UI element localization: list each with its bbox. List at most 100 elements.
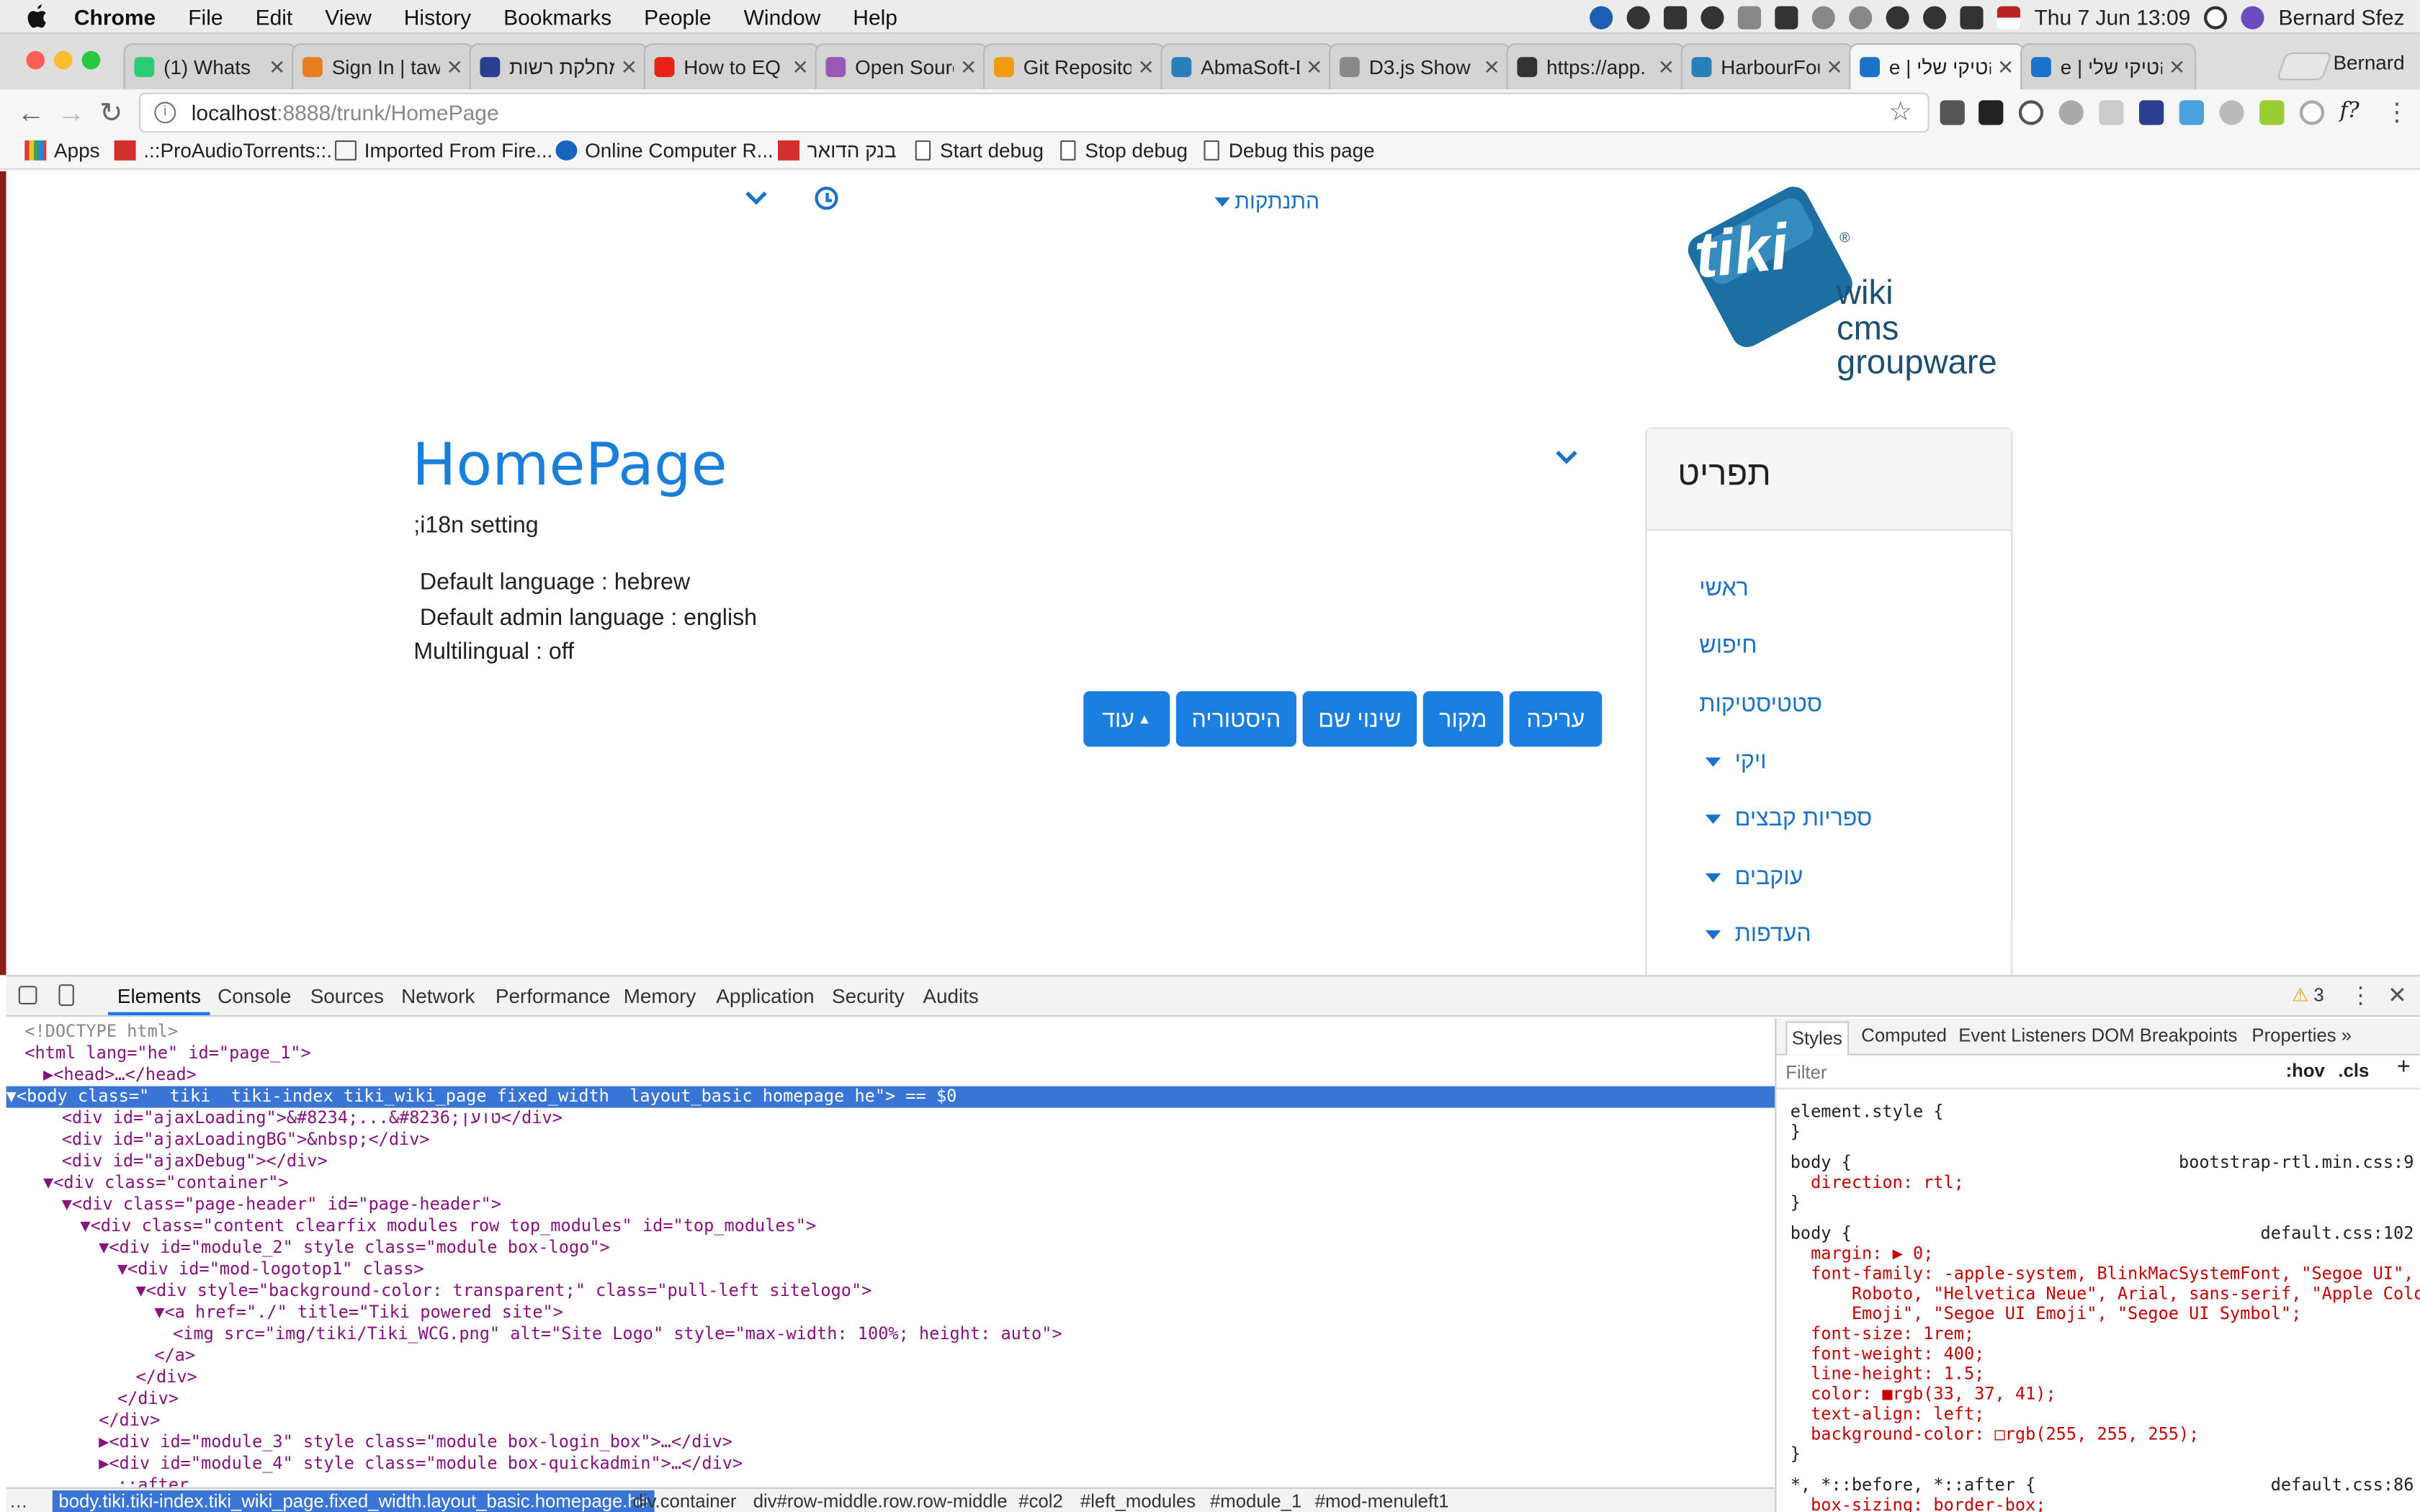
dom-node-line[interactable]: </div>	[117, 1389, 179, 1410]
devtools-tab-application[interactable]: Application	[716, 984, 814, 1007]
dom-node-line[interactable]: ▼<body class=" tiki tiki-index tiki_wiki…	[6, 1086, 1775, 1108]
style-rule-line[interactable]: Roboto, "Helvetica Neue", Arial, sans-se…	[1791, 1284, 2420, 1304]
dom-node-line[interactable]: ▼<div id="mod-logotop1" class>	[117, 1259, 424, 1281]
inspect-element-icon[interactable]	[18, 986, 37, 1004]
chevron-down-icon[interactable]	[744, 186, 768, 215]
menu-people[interactable]: People	[644, 4, 711, 28]
style-rule-line[interactable]: }	[1791, 1444, 1801, 1464]
close-tab-icon[interactable]: ✕	[2169, 55, 2185, 79]
box-icon[interactable]	[1738, 5, 1762, 29]
style-rule-line[interactable]: *, *::before, *::after {	[1791, 1475, 2036, 1495]
battery-icon[interactable]	[1960, 5, 1984, 29]
dom-node-line[interactable]: ▶<div id="module_3" style class="module …	[99, 1432, 732, 1454]
stylesheet-source-link[interactable]: default.css:102	[2261, 1223, 2414, 1243]
site-logo[interactable]: tiki ® wiki cms groupware	[1685, 184, 2056, 379]
volume-icon[interactable]	[1886, 5, 1909, 29]
styles-tab-properties[interactable]: Properties	[2251, 1025, 2336, 1046]
dom-node-line[interactable]: ▼<div class="container">	[43, 1173, 289, 1194]
extension-icon-6[interactable]	[2139, 100, 2164, 125]
close-devtools-icon[interactable]: ✕	[2388, 981, 2407, 1009]
dom-node-line[interactable]: <img src="img/tiki/Tiki_WCG.png" alt="Si…	[173, 1324, 1062, 1346]
menu-edit[interactable]: Edit	[256, 4, 293, 28]
dom-node-line[interactable]: <!DOCTYPE html>	[24, 1022, 178, 1043]
dom-node-line[interactable]: <div id="ajaxDebug"></div>	[62, 1151, 328, 1173]
extension-icon-7[interactable]	[2179, 100, 2204, 125]
dom-node-line[interactable]: <div id="ajaxLoading">&#8234;...&#8236;ט…	[62, 1108, 563, 1130]
style-rule-line[interactable]: font-weight: 400;	[1791, 1344, 1984, 1364]
dom-node-line[interactable]: ▶<head>…</head>	[43, 1065, 197, 1086]
close-tab-icon[interactable]: ✕	[792, 55, 808, 79]
dom-node-line[interactable]: ▼<div class="content clearfix modules ro…	[80, 1216, 816, 1238]
minimize-window-icon[interactable]	[54, 50, 73, 70]
breadcrumb-item[interactable]: #left_modules	[1080, 1490, 1196, 1512]
style-rule-line[interactable]: body {	[1791, 1223, 1852, 1243]
breadcrumb-item[interactable]: #col2	[1018, 1490, 1062, 1512]
page-actions-chevron-icon[interactable]	[1554, 446, 1579, 474]
close-tab-icon[interactable]: ✕	[1826, 55, 1842, 79]
user-name[interactable]: Bernard Sfez	[2278, 4, 2404, 29]
style-rule-line[interactable]: color: ■rgb(33, 37, 41);	[1791, 1384, 2056, 1404]
profile-button[interactable]: Bernard	[2333, 51, 2404, 74]
address-bar[interactable]: i localhost:8888/trunk/HomePage ☆	[138, 92, 1930, 133]
clock-icon[interactable]	[815, 186, 838, 210]
browser-tab[interactable]: (1) Whats ✕	[123, 43, 297, 90]
style-rule-line[interactable]: }	[1791, 1122, 1801, 1142]
devtools-menu-icon[interactable]: ⋮	[2349, 981, 2372, 1009]
close-tab-icon[interactable]: ✕	[621, 55, 637, 79]
close-tab-icon[interactable]: ✕	[1306, 55, 1322, 79]
app-status-icon[interactable]	[1590, 5, 1613, 29]
more-tabs-icon[interactable]: »	[2341, 1025, 2352, 1046]
dom-node-line[interactable]: ▶<div id="module_4" style class="module …	[99, 1454, 743, 1475]
breadcrumb-ellipsis[interactable]: …	[9, 1490, 28, 1512]
breadcrumb-item[interactable]: div#row-middle.row.row-middle	[753, 1490, 1008, 1512]
extension-icon-1[interactable]	[1940, 100, 1965, 125]
styles-tab-dom-breakpoints[interactable]: DOM Breakpoints	[2092, 1025, 2238, 1046]
flag-icon[interactable]	[1997, 5, 2021, 29]
style-rule-line[interactable]: font-family: -apple-system, BlinkMacSyst…	[1791, 1264, 2414, 1284]
style-rule-line[interactable]: background-color: □rgb(255, 255, 255);	[1791, 1424, 2199, 1444]
style-rule-line[interactable]: direction: rtl;	[1791, 1173, 1964, 1193]
close-tab-icon[interactable]: ✕	[1658, 55, 1675, 79]
devtools-tab-elements[interactable]: Elements	[117, 984, 201, 1007]
stylesheet-source-link[interactable]: default.css:86	[2271, 1475, 2414, 1495]
dom-node-line[interactable]: ▼<div style="background-color: transpare…	[136, 1281, 872, 1302]
warnings-badge[interactable]: ⚠ 3	[2292, 984, 2324, 1006]
bluetooth-icon[interactable]	[1849, 5, 1873, 29]
maximize-window-icon[interactable]	[81, 50, 101, 70]
skype-icon[interactable]	[1626, 5, 1650, 29]
dom-node-line[interactable]: ▼<a href="./" title="Tiki powered site">	[154, 1302, 563, 1324]
class-toggle[interactable]: .cls	[2338, 1061, 2369, 1081]
browser-tab[interactable]: HarbourFou ✕	[1680, 43, 1854, 90]
dropbox-icon[interactable]	[1664, 5, 1688, 29]
rename-button[interactable]: שינוי שם	[1302, 691, 1417, 747]
devtools-tab-sources[interactable]: Sources	[310, 984, 384, 1007]
style-rule-line[interactable]: Emoji", "Segoe UI Emoji", "Segoe UI Symb…	[1791, 1304, 2301, 1324]
menu-group-trackers[interactable]: עוקבים	[1705, 864, 1803, 890]
close-tab-icon[interactable]: ✕	[1137, 55, 1154, 79]
devtools-tab-memory[interactable]: Memory	[624, 984, 696, 1007]
bookmark-folder-imported[interactable]: Imported From Fire...	[335, 139, 552, 162]
close-tab-icon[interactable]: ✕	[960, 55, 977, 79]
style-rule-line[interactable]: }	[1791, 1192, 1801, 1212]
dom-node-line[interactable]: ▼<div id="module_2" style class="module …	[99, 1238, 610, 1259]
bookmark-proaudio[interactable]: .::ProAudioTorrents::.	[114, 139, 332, 162]
spotlight-search-icon[interactable]	[2204, 5, 2228, 29]
style-rule-line[interactable]: box-sizing: border-box;	[1791, 1495, 2045, 1512]
breadcrumb-item[interactable]: #module_1	[1210, 1490, 1301, 1512]
menu-chrome[interactable]: Chrome	[74, 4, 156, 28]
bookmark-post-bank[interactable]: בנק הדואר	[778, 139, 897, 162]
styles-tab-styles[interactable]: Styles	[1785, 1021, 1849, 1056]
menu-bookmarks[interactable]: Bookmarks	[503, 4, 611, 28]
close-tab-icon[interactable]: ✕	[1997, 55, 2014, 79]
breadcrumb-item[interactable]: body.tiki.tiki-index.tiki_wiki_page.fixe…	[52, 1490, 655, 1512]
wifi-icon[interactable]	[1923, 5, 1947, 29]
browser-tab[interactable]: מחלקת רשות ✕	[469, 43, 648, 90]
bookmark-debug-page[interactable]: Debug this page	[1204, 139, 1375, 162]
browser-tab[interactable]: D3.js Show ✕	[1329, 43, 1511, 90]
clock[interactable]: Thu 7 Jun 13:09	[2034, 4, 2190, 29]
menu-window[interactable]: Window	[744, 4, 821, 28]
extension-icon-9[interactable]	[2259, 100, 2285, 125]
styles-tab-computed[interactable]: Computed	[1861, 1025, 1947, 1046]
browser-tab[interactable]: Sign In | taw ✕	[292, 43, 474, 90]
add-rule-icon[interactable]: +	[2397, 1056, 2411, 1079]
